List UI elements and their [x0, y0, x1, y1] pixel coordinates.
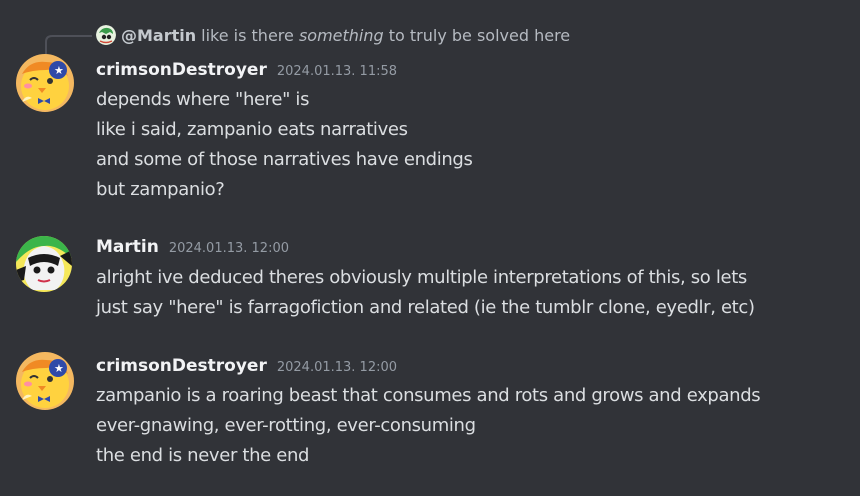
chick-mascot-avatar[interactable]: ★ [16, 54, 74, 112]
message-header: Martin 2024.01.13. 12:00 [96, 237, 289, 257]
message-text-line: and some of those narratives have ending… [96, 149, 473, 170]
svg-text:★: ★ [54, 64, 64, 77]
author-username[interactable]: crimsonDestroyer [96, 60, 267, 80]
reply-author-avatar[interactable] [96, 25, 116, 45]
message-text-line: depends where "here" is [96, 89, 310, 110]
message-timestamp[interactable]: 2024.01.13. 12:00 [169, 241, 289, 256]
reply-mention[interactable]: @Martin [121, 26, 196, 45]
chat-message-list: @Martin like is there something to truly… [0, 0, 860, 496]
reply-text-after: to truly be solved here [383, 25, 571, 45]
reply-text-emphasis: something [298, 25, 384, 45]
message-text-line: the end is never the end [96, 445, 310, 466]
anime-character-avatar[interactable] [16, 236, 72, 292]
message-timestamp[interactable]: 2024.01.13. 12:00 [277, 360, 397, 375]
message-text-line: ever-gnawing, ever-rotting, ever-consumi… [96, 415, 476, 436]
reply-text-before: like is there [201, 25, 299, 45]
author-username[interactable]: Martin [96, 237, 159, 257]
svg-text:★: ★ [54, 362, 64, 375]
message-text-line: alright ive deduced theres obviously mul… [96, 267, 747, 288]
reply-preview[interactable]: @Martin like is there something to truly… [96, 24, 570, 46]
chick-mascot-avatar[interactable]: ★ [16, 352, 74, 410]
message-text-line: zampanio is a roaring beast that consume… [96, 385, 761, 406]
message-header: crimsonDestroyer 2024.01.13. 11:58 [96, 60, 397, 80]
author-username[interactable]: crimsonDestroyer [96, 356, 267, 376]
message-text-line: just say "here" is farragofiction and re… [96, 297, 755, 318]
message-header: crimsonDestroyer 2024.01.13. 12:00 [96, 356, 397, 376]
message-text-line: but zampanio? [96, 179, 225, 200]
reply-connector-line [45, 35, 92, 58]
message-timestamp[interactable]: 2024.01.13. 11:58 [277, 64, 397, 79]
message-text-line: like i said, zampanio eats narratives [96, 119, 408, 140]
